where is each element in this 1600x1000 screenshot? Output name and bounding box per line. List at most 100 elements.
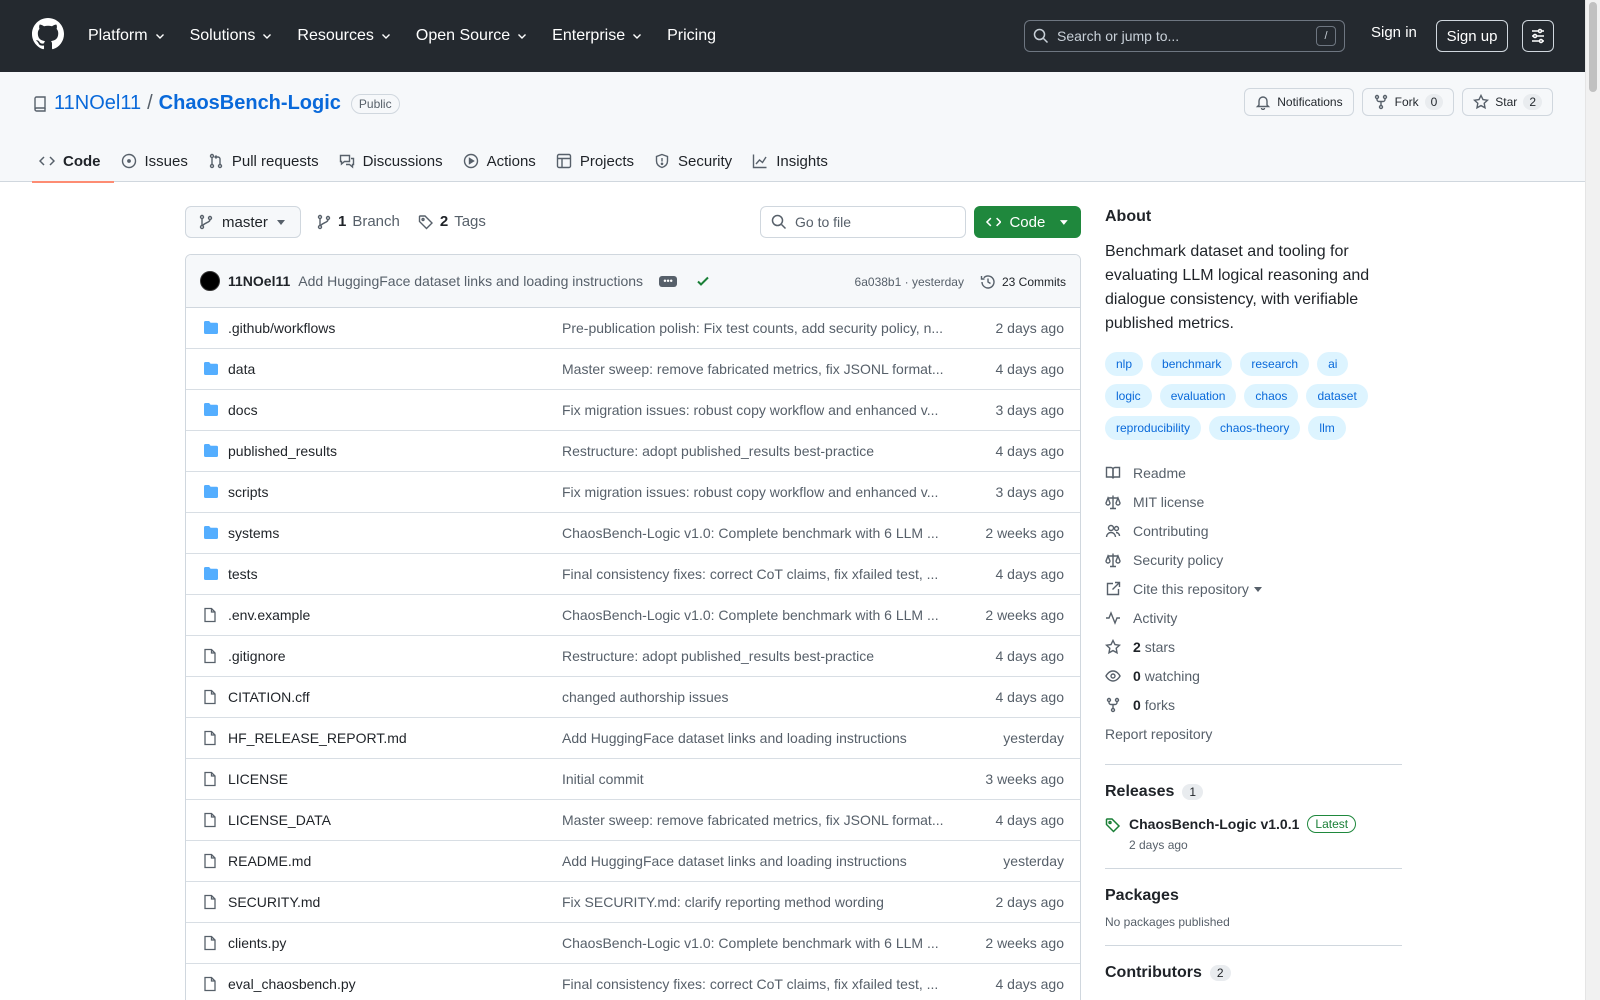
tags-link[interactable]: 2 Tags xyxy=(418,213,486,230)
fork-button[interactable]: Fork 0 xyxy=(1361,88,1455,116)
topic-tag[interactable]: llm xyxy=(1308,416,1346,440)
tab-issues[interactable]: Issues xyxy=(114,140,201,182)
packages-heading[interactable]: Packages xyxy=(1105,887,1402,905)
file-name-link[interactable]: CITATION.cff xyxy=(228,689,562,705)
file-commit-message-link[interactable]: Master sweep: remove fabricated metrics,… xyxy=(562,812,947,828)
file-name-link[interactable]: published_results xyxy=(228,443,562,459)
nav-pricing[interactable]: Pricing xyxy=(655,27,728,45)
author-avatar[interactable] xyxy=(200,271,220,291)
file-commit-message-link[interactable]: Initial commit xyxy=(562,771,947,787)
commit-hash-link[interactable]: 6a038b1 xyxy=(855,275,902,289)
tab-security[interactable]: Security xyxy=(647,140,745,182)
file-commit-message-link[interactable]: Fix SECURITY.md: clarify reporting metho… xyxy=(562,894,947,910)
mobile-menu-button[interactable] xyxy=(1522,20,1554,52)
file-name-link[interactable]: LICENSE xyxy=(228,771,562,787)
file-row[interactable]: .gitignore Restructure: adopt published_r… xyxy=(186,636,1080,677)
file-commit-message-link[interactable]: ChaosBench-Logic v1.0: Complete benchmar… xyxy=(562,935,947,951)
sidebar-link-contributing[interactable]: Contributing xyxy=(1105,516,1402,545)
topic-tag[interactable]: ai xyxy=(1317,352,1349,376)
file-name-link[interactable]: .env.example xyxy=(228,607,562,623)
branch-selector-button[interactable]: master xyxy=(185,206,301,238)
file-name-link[interactable]: HF_RELEASE_REPORT.md xyxy=(228,730,562,746)
nav-solutions[interactable]: Solutions xyxy=(178,27,286,45)
go-to-file-input[interactable]: Go to file xyxy=(760,206,966,238)
file-commit-message-link[interactable]: ChaosBench-Logic v1.0: Complete benchmar… xyxy=(562,525,947,541)
latest-release[interactable]: ChaosBench-Logic v1.0.1 Latest 2 days ag… xyxy=(1105,815,1402,852)
topic-tag[interactable]: research xyxy=(1240,352,1310,376)
file-name-link[interactable]: LICENSE_DATA xyxy=(228,812,562,828)
file-commit-message-link[interactable]: Restructure: adopt published_results bes… xyxy=(562,443,947,459)
nav-enterprise[interactable]: Enterprise xyxy=(540,27,655,45)
file-row[interactable]: data Master sweep: remove fabricated metr… xyxy=(186,349,1080,390)
page-scrollbar[interactable] xyxy=(1585,0,1600,1000)
file-row[interactable]: .env.example ChaosBench-Logic v1.0: Compl… xyxy=(186,595,1080,636)
nav-platform[interactable]: Platform xyxy=(76,27,178,45)
sidebar-link-watching[interactable]: 0 watching xyxy=(1105,661,1402,690)
file-name-link[interactable]: SECURITY.md xyxy=(228,894,562,910)
notifications-button[interactable]: Notifications xyxy=(1244,88,1354,116)
file-name-link[interactable]: docs xyxy=(228,402,562,418)
file-row[interactable]: README.md Add HuggingFace dataset links a… xyxy=(186,841,1080,882)
report-repository-link[interactable]: Report repository xyxy=(1105,719,1402,748)
file-commit-message-link[interactable]: changed authorship issues xyxy=(562,689,947,705)
contributors-heading[interactable]: Contributors 2 xyxy=(1105,964,1402,982)
tab-projects[interactable]: Projects xyxy=(549,140,647,182)
tab-discussions[interactable]: Discussions xyxy=(332,140,456,182)
topic-tag[interactable]: dataset xyxy=(1306,384,1368,408)
file-row[interactable]: tests Final consistency fixes: correct Co… xyxy=(186,554,1080,595)
sidebar-link-activity[interactable]: Activity xyxy=(1105,603,1402,632)
file-commit-message-link[interactable]: Fix migration issues: robust copy workfl… xyxy=(562,484,947,500)
commit-message-link[interactable]: Add HuggingFace dataset links and loadin… xyxy=(298,273,643,289)
file-commit-message-link[interactable]: ChaosBench-Logic v1.0: Complete benchmar… xyxy=(562,607,947,623)
branches-link[interactable]: 1 Branch xyxy=(316,213,400,230)
file-commit-message-link[interactable]: Final consistency fixes: correct CoT cla… xyxy=(562,566,947,582)
sidebar-link-forks[interactable]: 0 forks xyxy=(1105,690,1402,719)
file-row[interactable]: clients.py ChaosBench-Logic v1.0: Complet… xyxy=(186,923,1080,964)
topic-tag[interactable]: evaluation xyxy=(1159,384,1237,408)
file-row[interactable]: HF_RELEASE_REPORT.md Add HuggingFace data… xyxy=(186,718,1080,759)
topic-tag[interactable]: reproducibility xyxy=(1105,416,1202,440)
topic-tag[interactable]: logic xyxy=(1105,384,1152,408)
tab-code[interactable]: Code xyxy=(32,140,114,183)
file-row[interactable]: scripts Fix migration issues: robust copy… xyxy=(186,472,1080,513)
repo-name-link[interactable]: ChaosBench-Logic xyxy=(159,92,341,115)
nav-resources[interactable]: Resources xyxy=(285,27,403,45)
file-row[interactable]: CITATION.cff changed authorship issues 4 d… xyxy=(186,677,1080,718)
file-name-link[interactable]: scripts xyxy=(228,484,562,500)
nav-open-source[interactable]: Open Source xyxy=(404,27,540,45)
sidebar-link-mit-license[interactable]: MIT license xyxy=(1105,487,1402,516)
scrollbar-thumb[interactable] xyxy=(1589,2,1597,92)
file-name-link[interactable]: .gitignore xyxy=(228,648,562,664)
check-icon[interactable] xyxy=(695,273,711,289)
file-row[interactable]: LICENSE_DATA Master sweep: remove fabrica… xyxy=(186,800,1080,841)
file-row[interactable]: systems ChaosBench-Logic v1.0: Complete b… xyxy=(186,513,1080,554)
commit-author-link[interactable]: 11NOel11 xyxy=(228,273,290,289)
file-name-link[interactable]: README.md xyxy=(228,853,562,869)
code-dropdown-button[interactable]: Code xyxy=(974,206,1081,238)
file-commit-message-link[interactable]: Fix migration issues: robust copy workfl… xyxy=(562,402,947,418)
file-commit-message-link[interactable]: Add HuggingFace dataset links and loadin… xyxy=(562,853,947,869)
tab-insights[interactable]: Insights xyxy=(745,140,841,182)
file-commit-message-link[interactable]: Restructure: adopt published_results bes… xyxy=(562,648,947,664)
tab-pull-requests[interactable]: Pull requests xyxy=(201,140,332,182)
topic-tag[interactable]: benchmark xyxy=(1151,352,1233,376)
tab-actions[interactable]: Actions xyxy=(456,140,549,182)
topic-tag[interactable]: chaos xyxy=(1244,384,1299,408)
star-button[interactable]: Star 2 xyxy=(1462,88,1553,116)
file-name-link[interactable]: tests xyxy=(228,566,562,582)
topic-tag[interactable]: chaos-theory xyxy=(1209,416,1301,440)
file-name-link[interactable]: data xyxy=(228,361,562,377)
file-commit-message-link[interactable]: Master sweep: remove fabricated metrics,… xyxy=(562,361,947,377)
file-name-link[interactable]: clients.py xyxy=(228,935,562,951)
repo-owner-link[interactable]: 11NOel11 xyxy=(54,92,141,115)
topic-tag[interactable]: nlp xyxy=(1105,352,1144,376)
file-row[interactable]: docs Fix migration issues: robust copy wo… xyxy=(186,390,1080,431)
sidebar-link-readme[interactable]: Readme xyxy=(1105,458,1402,487)
sidebar-link-stars[interactable]: 2 stars xyxy=(1105,632,1402,661)
file-name-link[interactable]: .github/workflows xyxy=(228,320,562,336)
sidebar-link-security-policy[interactable]: Security policy xyxy=(1105,545,1402,574)
file-commit-message-link[interactable]: Pre-publication polish: Fix test counts,… xyxy=(562,320,947,336)
file-name-link[interactable]: systems xyxy=(228,525,562,541)
file-row[interactable]: SECURITY.md Fix SECURITY.md: clarify repo… xyxy=(186,882,1080,923)
global-search-input[interactable]: Search or jump to... / xyxy=(1024,20,1345,52)
